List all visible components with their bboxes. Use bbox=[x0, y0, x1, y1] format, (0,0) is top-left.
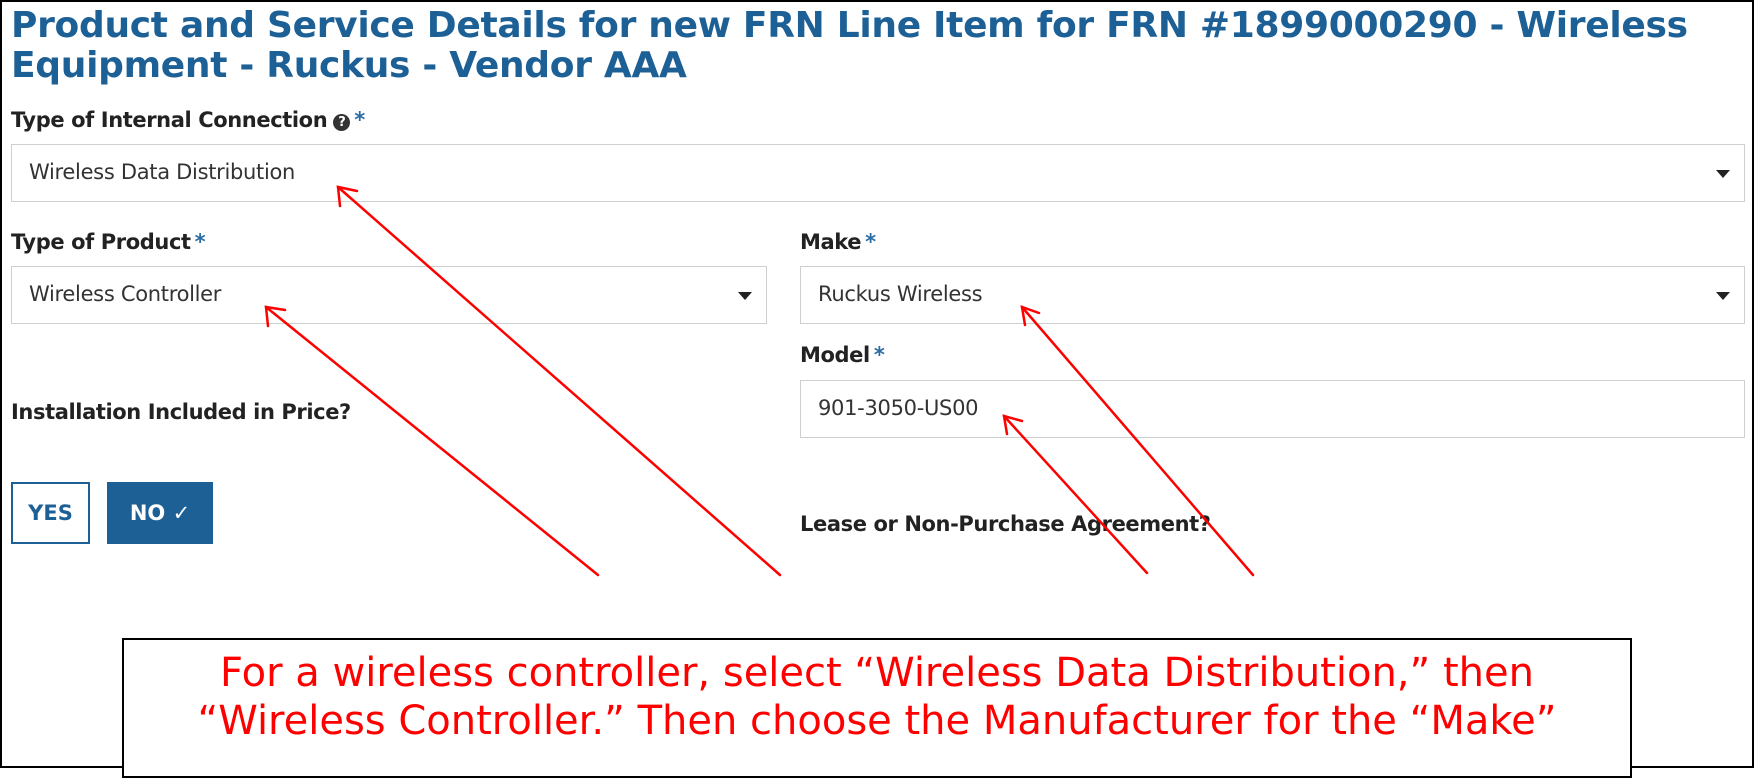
arrow-to-internal-connection bbox=[336, 185, 782, 577]
instruction-callout: For a wireless controller, select “Wirel… bbox=[122, 638, 1632, 778]
arrow-to-make bbox=[1020, 305, 1255, 577]
arrow-to-model bbox=[1002, 414, 1149, 575]
arrow-to-product-type bbox=[264, 305, 600, 577]
